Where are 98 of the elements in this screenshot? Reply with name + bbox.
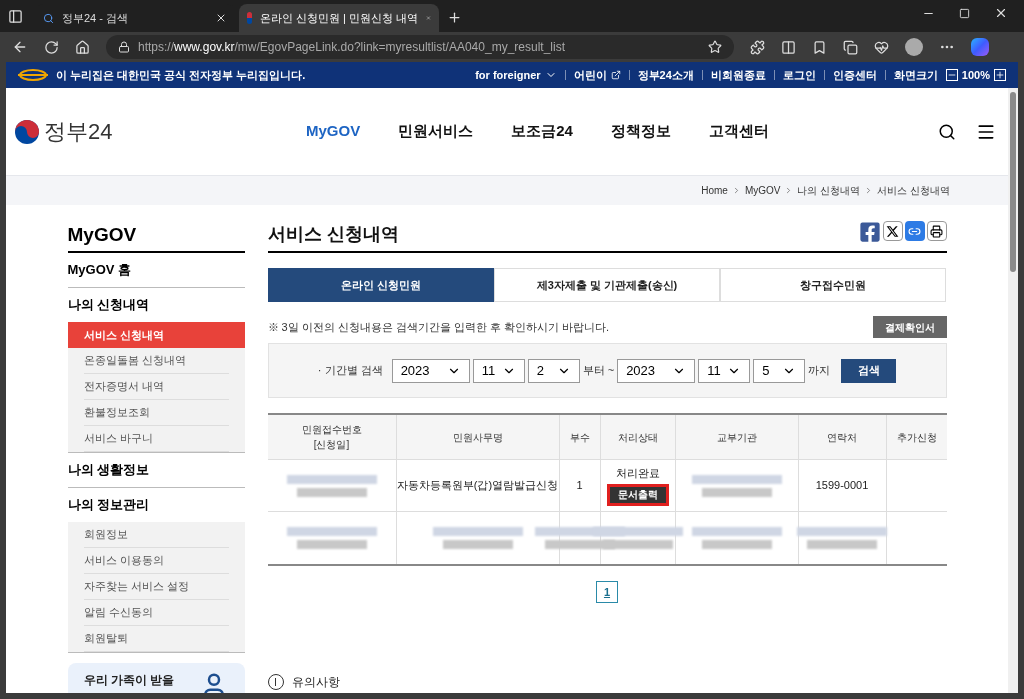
promo-card[interactable]: 우리 가족이 받을	[67, 663, 245, 693]
site-favicon	[247, 12, 252, 24]
payment-receipt-button[interactable]: 결제확인서	[872, 316, 947, 338]
official-notice: 이 누리집은 대한민국 공식 전자정부 누리집입니다.	[56, 67, 306, 83]
sidebar-title: MyGOV	[67, 223, 137, 247]
sidebar-item[interactable]: 서비스 이용동의	[83, 548, 229, 574]
external-link-icon	[610, 70, 621, 80]
top-link[interactable]: 정부24소개	[637, 66, 694, 84]
period-search-label: · 기간별 검색	[317, 363, 383, 379]
status-text: 처리완료	[615, 466, 660, 482]
home-icon[interactable]	[75, 39, 90, 55]
sidebar-section[interactable]: 나의 생활정보	[67, 453, 245, 487]
link-icon[interactable]	[904, 221, 925, 241]
sidebar-item[interactable]: 자주찾는 서비스 설정	[83, 574, 229, 600]
split-screen-icon[interactable]	[781, 39, 796, 55]
sidebar-item[interactable]: 환불정보조회	[83, 400, 229, 426]
print-document-button[interactable]: 문서출력	[606, 483, 669, 506]
page-number[interactable]: 1	[596, 581, 618, 603]
sidebar-section[interactable]: 나의 정보관리	[67, 488, 245, 522]
date-select[interactable]: 11	[472, 358, 525, 383]
date-select[interactable]: 2023	[617, 358, 696, 383]
column-header: 처리상태	[617, 430, 658, 445]
maximize-icon[interactable]	[959, 8, 970, 19]
browser-tab[interactable]: 온라인 신청민원 | 민원신청 내역	[239, 4, 439, 32]
promo-text: 우리 가족이 받을	[83, 672, 175, 689]
page-title: 서비스 신청내역	[267, 223, 399, 246]
health-icon[interactable]	[874, 39, 889, 55]
profile-avatar[interactable]	[905, 38, 923, 56]
content-tab[interactable]: 제3자제출 및 기관제출(송신)	[493, 268, 721, 302]
collections-icon[interactable]	[843, 39, 858, 55]
close-window-icon[interactable]	[994, 6, 1008, 20]
sidebar-item[interactable]: 서비스 바구니	[83, 426, 229, 452]
close-tab-icon[interactable]	[215, 12, 227, 24]
content-tab[interactable]: 창구접수민원	[720, 268, 947, 302]
search-button[interactable]: 검색	[841, 358, 897, 383]
sidebar-item[interactable]: 서비스 신청내역	[67, 322, 245, 348]
print-icon[interactable]	[926, 221, 947, 241]
from-label: 부터 ~	[582, 363, 615, 379]
sidebar-toggle-icon[interactable]	[8, 9, 23, 24]
to-label: 까지	[808, 363, 831, 379]
content-tab[interactable]: 온라인 신청민원	[267, 268, 494, 302]
sidebar-section[interactable]: MyGOV 홈	[67, 253, 245, 287]
sidebar-item[interactable]: 회원정보	[83, 522, 229, 548]
date-select[interactable]: 2	[527, 358, 580, 383]
sidebar-item[interactable]: 알림 수신동의	[83, 600, 229, 626]
breadcrumb-link[interactable]: MyGOV	[744, 183, 781, 198]
site-logo[interactable]: 정부24	[44, 115, 113, 148]
search-icon[interactable]	[938, 122, 956, 141]
zoom-label: 화면크기	[893, 67, 938, 83]
top-link[interactable]: 인증센터	[832, 66, 877, 84]
sidebar-section[interactable]: 나의 신청내역	[67, 288, 245, 322]
main-nav-item[interactable]: 정책정보	[610, 120, 671, 143]
notice-text: ※ 3일 이전의 신청내용은 검색기간을 입력한 후 확인하시기 바랍니다.	[267, 319, 610, 335]
zoom-level: 100%	[961, 67, 990, 83]
date-select[interactable]: 5	[753, 358, 806, 383]
sidebar-item[interactable]: 온종일돌봄 신청내역	[83, 348, 229, 374]
top-link[interactable]: 어린이	[573, 66, 621, 84]
search-icon	[43, 12, 54, 24]
column-header: 교부기관	[716, 430, 757, 445]
scrollbar[interactable]	[1008, 88, 1018, 693]
column-header: 연락처	[827, 430, 857, 445]
main-nav-item[interactable]: MyGOV	[306, 120, 361, 143]
column-header: 부수	[569, 430, 590, 445]
taegeuk-logo-icon	[14, 118, 40, 145]
extensions-icon[interactable]	[750, 39, 765, 55]
new-tab-icon[interactable]	[447, 10, 462, 25]
zoom-out-icon[interactable]	[945, 69, 958, 81]
back-icon[interactable]	[12, 39, 28, 55]
breadcrumb-link[interactable]: 서비스 신청내역	[877, 183, 950, 198]
date-select[interactable]: 2023	[391, 358, 470, 383]
top-link[interactable]: 비회원종료	[710, 66, 766, 84]
favorite-icon[interactable]	[708, 40, 722, 54]
column-header: 민원접수번호 [신청일]	[301, 423, 362, 452]
language-link[interactable]: for foreigner	[475, 66, 557, 84]
breadcrumb-link[interactable]: Home	[701, 183, 728, 198]
table-cell-text: 자동차등록원부(갑)열람발급신청	[396, 478, 559, 494]
sidebar-item[interactable]: 회원탈퇴	[83, 626, 229, 652]
date-select[interactable]: 11	[698, 358, 751, 383]
reload-icon[interactable]	[44, 39, 59, 55]
favorites-icon[interactable]	[812, 39, 827, 55]
column-header: 추가신청	[896, 430, 937, 445]
main-nav-item[interactable]: 보조금24	[511, 120, 573, 143]
breadcrumb-link[interactable]: 나의 신청내역	[797, 183, 861, 198]
table-cell-text: 1599-0001	[815, 478, 869, 494]
zoom-in-icon[interactable]	[994, 69, 1006, 81]
column-header: 민원사무명	[452, 430, 503, 445]
copilot-icon[interactable]	[971, 38, 989, 56]
address-bar[interactable]: https://www.gov.kr/mw/EgovPageLink.do?link=myresultlist/AA040_my_result_list	[106, 35, 734, 59]
x-share-icon[interactable]	[882, 221, 903, 241]
table-cell-text: 1	[576, 478, 583, 494]
facebook-icon[interactable]	[858, 221, 881, 243]
eg-logo-icon	[18, 69, 48, 81]
top-link[interactable]: 로그인	[782, 66, 816, 84]
main-nav-item[interactable]: 고객센터	[708, 120, 769, 143]
lock-icon	[118, 41, 130, 53]
main-nav-item[interactable]: 민원서비스	[398, 120, 474, 143]
sidebar-item[interactable]: 전자증명서 내역	[83, 374, 229, 400]
section-heading: 유의사항	[291, 674, 340, 691]
